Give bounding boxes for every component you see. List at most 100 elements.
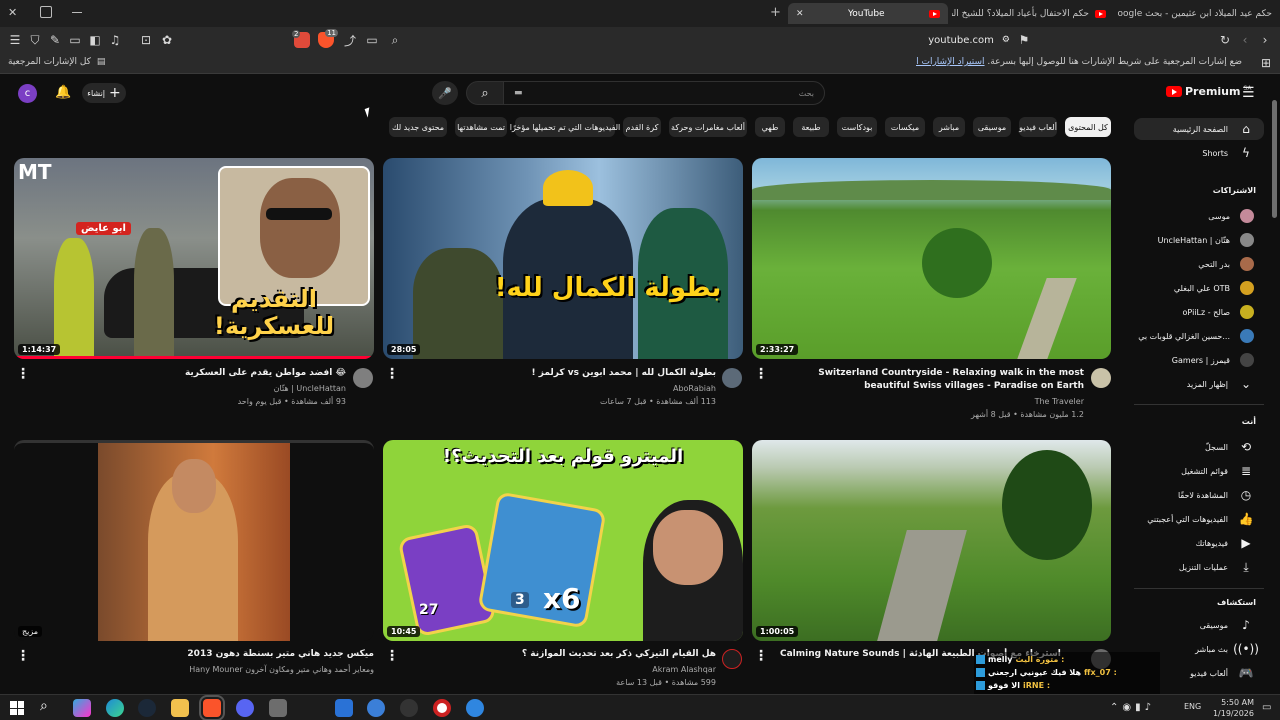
clock[interactable]: 5:50 AM 1/19/2026 xyxy=(1204,697,1254,719)
app-icon-3[interactable] xyxy=(400,699,418,717)
channel-avatar[interactable] xyxy=(722,368,742,388)
video-menu-icon[interactable]: ⋮ xyxy=(754,366,768,382)
music-note-icon[interactable]: ♫ xyxy=(107,32,123,48)
tab-youtube[interactable]: YouTube ✕ xyxy=(788,3,948,24)
chip-1[interactable]: ألعاب فيديو xyxy=(1019,117,1057,137)
video-thumbnail[interactable]: بطولة الكمال لله! 28:05 xyxy=(383,158,743,359)
voice-search-button[interactable]: 🎤 xyxy=(432,81,458,105)
chip-3[interactable]: مباشر xyxy=(933,117,965,137)
sidebar-icon[interactable]: ◧ xyxy=(87,32,103,48)
discord-icon[interactable] xyxy=(236,699,254,717)
chip-0[interactable]: كل المحتوى xyxy=(1065,117,1111,137)
you-header[interactable]: أنت xyxy=(1134,417,1256,426)
screenshot-icon[interactable]: ⊡ xyxy=(138,32,154,48)
new-tab-button[interactable]: + xyxy=(770,5,781,20)
ext-badge-icon[interactable]: 2 xyxy=(292,30,310,48)
chip-2[interactable]: موسيقى xyxy=(973,117,1011,137)
sidebar-item[interactable]: الفيديوهات التي أعجبتني 👍 xyxy=(1134,508,1264,530)
video-menu-icon[interactable]: ⋮ xyxy=(385,648,399,664)
video-title[interactable]: 😂 افضد مواطن يقدم على العسكرية xyxy=(40,367,346,380)
brave-icon[interactable] xyxy=(199,695,225,720)
cast-icon[interactable]: ▭ xyxy=(364,32,380,48)
chip-6[interactable]: طبيعة xyxy=(793,117,829,137)
video-thumbnail[interactable]: MT ابو عايض التقديم للعسكرية! 1:14:37 xyxy=(14,158,374,359)
tray-icons[interactable]: ⌃◉▮♪ xyxy=(1110,702,1155,713)
chip-7[interactable]: طهي xyxy=(755,117,785,137)
chip-8[interactable]: ألعاب مغامرات وحركة xyxy=(669,117,747,137)
chip-5[interactable]: بودكاست xyxy=(837,117,877,137)
notifications-icon[interactable]: 🔔 xyxy=(55,85,71,100)
subscription-item[interactable]: Gamers | قيمرز xyxy=(1134,349,1264,371)
chip-11[interactable]: تمت مشاهدتها xyxy=(455,117,507,137)
search-taskbar-icon[interactable]: ⌕ xyxy=(40,698,48,714)
tabs-icon[interactable]: ▭ xyxy=(67,32,83,48)
copilot-icon[interactable] xyxy=(73,699,91,717)
youtube-premium-logo[interactable]: Premium SA xyxy=(1166,85,1252,98)
chip-9[interactable]: كرة القدم xyxy=(623,117,661,137)
window-minimize-icon[interactable] xyxy=(72,12,82,13)
channel-name[interactable]: The Traveler xyxy=(780,395,1084,408)
file-explorer-icon[interactable] xyxy=(171,699,189,717)
extensions-icon[interactable]: ✿ xyxy=(159,32,175,48)
language-indicator[interactable]: ENG xyxy=(1184,702,1201,711)
channel-avatar[interactable] xyxy=(1091,368,1111,388)
subscription-item[interactable]: UncleHattan | هتّان xyxy=(1134,229,1264,251)
bookmark-icon[interactable]: ⚑ xyxy=(1016,32,1032,48)
chip-10[interactable]: الفيديوهات التي تم تحميلها مؤخرًا xyxy=(510,117,620,137)
subscription-item[interactable]: بدر التحي xyxy=(1134,253,1264,275)
chip-12[interactable]: محتوى جديد لك xyxy=(389,117,447,137)
sidebar-item[interactable]: السجلّ ⟲ xyxy=(1134,436,1264,458)
all-bookmarks-button[interactable]: ▤ كل الإشارات المرجعية xyxy=(8,57,105,67)
subscriptions-header[interactable]: الاشتراكات xyxy=(1134,186,1256,195)
video-title[interactable]: بطولة الكمال لله | محمد ابوين vs كرلمز ! xyxy=(410,367,716,380)
video-thumbnail[interactable]: مزيج xyxy=(14,440,374,641)
window-restore-icon[interactable] xyxy=(40,6,52,18)
sidebar-item[interactable]: فيديوهاتك ▶ xyxy=(1134,532,1264,554)
video-menu-icon[interactable]: ⋮ xyxy=(385,366,399,382)
search-input[interactable]: ▬ بحث xyxy=(503,81,825,105)
channel-avatar[interactable] xyxy=(722,649,742,669)
share-icon[interactable]: ⤴ xyxy=(342,32,358,48)
edge-icon[interactable] xyxy=(106,699,124,717)
subscription-item[interactable]: حسين الغزالي قلوبات بي... xyxy=(1134,325,1264,347)
chip-4[interactable]: ميكسات xyxy=(885,117,925,137)
address-bar[interactable]: youtube.com ⚙ xyxy=(880,31,1010,49)
channel-avatar[interactable] xyxy=(353,368,373,388)
show-more-button[interactable]: إظهار المزيد ⌄ xyxy=(1134,373,1264,395)
menu-icon[interactable]: ☰ xyxy=(7,32,23,48)
import-bookmarks-link[interactable]: استيراد الإشارات المرجعية الآن... xyxy=(916,57,985,67)
video-title[interactable]: ميكس جديد هاني متير بسنطة دهون 2013 xyxy=(40,648,374,661)
obs-icon[interactable] xyxy=(433,699,451,717)
calculator-icon[interactable] xyxy=(269,699,287,717)
account-avatar[interactable]: c xyxy=(18,84,37,103)
channel-name[interactable]: UncleHattan | هتّان xyxy=(40,382,346,395)
brave-shield-icon[interactable]: 11 xyxy=(318,29,338,48)
keyboard-icon[interactable]: ▬ xyxy=(514,88,523,98)
app-icon-4[interactable] xyxy=(466,699,484,717)
steam-icon[interactable] xyxy=(138,699,156,717)
back-icon[interactable]: › xyxy=(1257,32,1273,48)
video-menu-icon[interactable]: ⋮ xyxy=(16,366,30,382)
subscription-item[interactable]: oPiiLz - صالح xyxy=(1134,301,1264,323)
subscription-item[interactable]: علي البغلي OTB xyxy=(1134,277,1264,299)
sidebar-item[interactable]: عمليات التنزيل ⤓ xyxy=(1134,556,1264,578)
video-thumbnail[interactable]: الميترو قولم بعد التحديث؟! 27 3 x6 10:45 xyxy=(383,440,743,641)
sidebar-item[interactable]: المشاهدة لاحقًا ◷ xyxy=(1134,484,1264,506)
shield-icon[interactable]: ⛉ xyxy=(27,32,43,48)
site-settings-icon[interactable]: ⚙ xyxy=(1002,35,1010,45)
window-close-icon[interactable]: ✕ xyxy=(8,6,22,20)
apps-grid-icon[interactable]: ⊞ xyxy=(1258,55,1274,71)
app-icon-2[interactable] xyxy=(367,699,385,717)
tab-google-search[interactable]: حكم عيد الميلاد ابن عثيمين - بحث Google xyxy=(1118,3,1280,24)
forward-icon[interactable]: ‹ xyxy=(1237,32,1253,48)
sidebar-item[interactable]: موسيقى ♪ xyxy=(1134,614,1264,636)
zoom-icon[interactable]: ⌕ xyxy=(387,32,403,48)
create-button[interactable]: + إنشاء xyxy=(82,83,126,103)
guide-menu-icon[interactable]: ☰ xyxy=(1242,85,1255,101)
start-icon[interactable] xyxy=(10,701,24,715)
video-menu-icon[interactable]: ⋮ xyxy=(754,648,768,664)
subscription-item[interactable]: موسى xyxy=(1134,205,1264,227)
channel-name[interactable]: Akram Alashqar xyxy=(410,663,716,676)
reload-icon[interactable]: ↻ xyxy=(1217,32,1233,48)
sidebar-item[interactable]: الصفحة الرئيسية ⌂ xyxy=(1134,118,1264,140)
